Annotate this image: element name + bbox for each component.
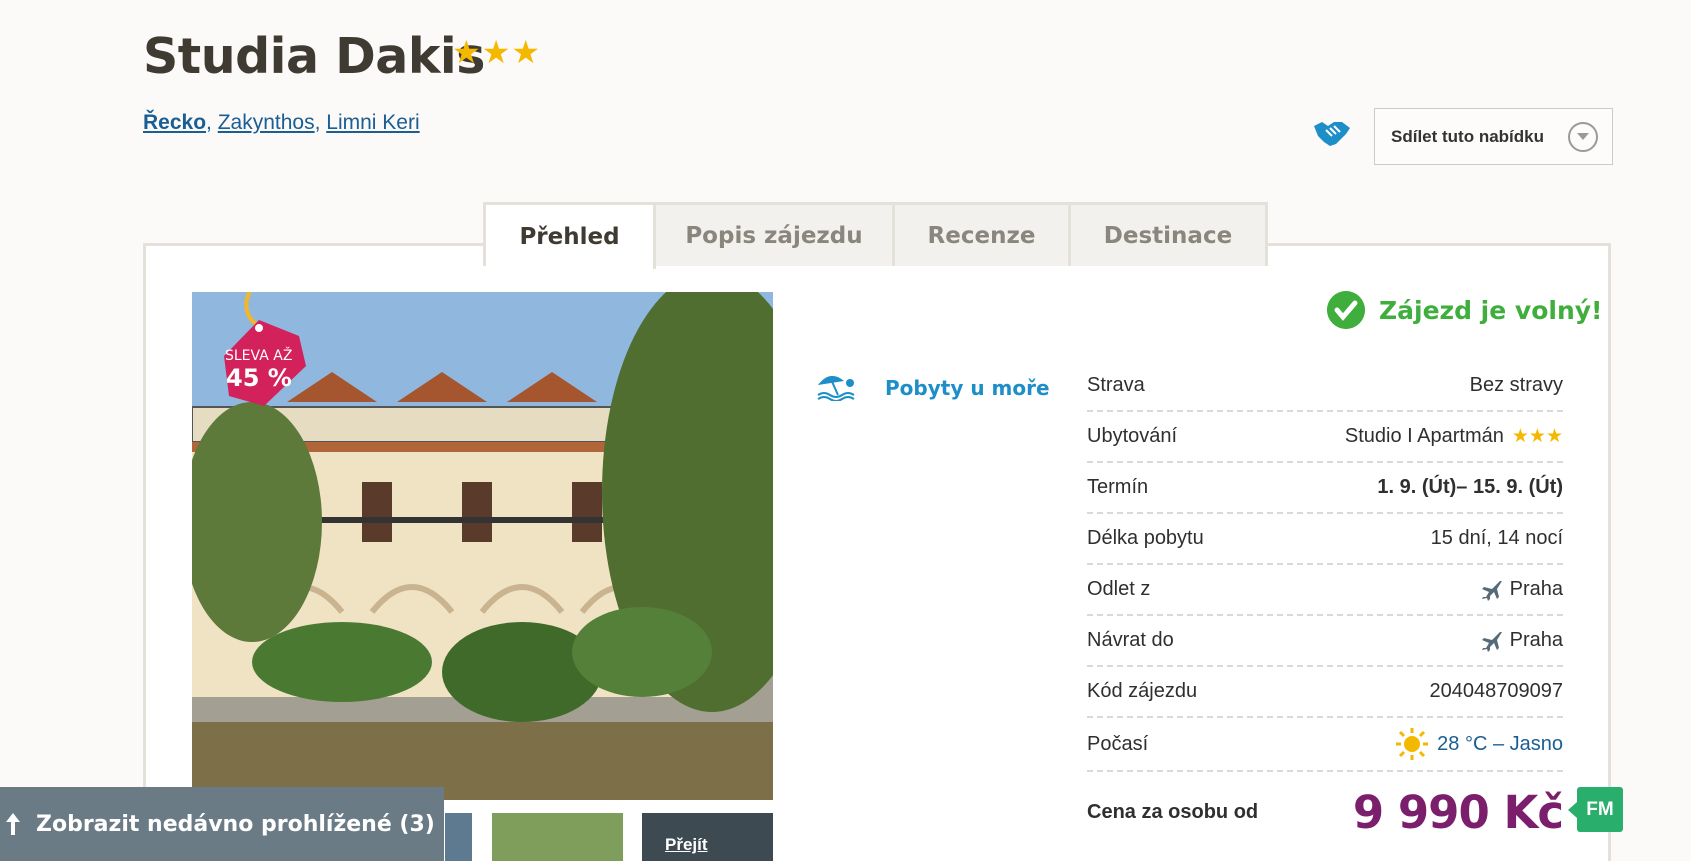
recently-viewed-label: Zobrazit nedávno prohlížené (3) [36, 811, 435, 837]
detail-value: 28 °C – Jasno [1437, 732, 1563, 755]
plane-icon [1481, 580, 1502, 601]
thumbnail-more-label: Přejít [665, 835, 708, 854]
handshake-icon [1314, 122, 1350, 146]
trip-details: Strava Bez stravy Ubytování Studio I Apa… [1087, 361, 1563, 772]
breadcrumb-country[interactable]: Řecko [143, 111, 206, 134]
arrow-up-icon [6, 813, 20, 835]
fm-badge[interactable]: FM [1568, 787, 1623, 832]
chevron-down-icon [1568, 122, 1598, 152]
detail-row-return: Návrat do Praha [1087, 616, 1563, 667]
detail-row-meal: Strava Bez stravy [1087, 361, 1563, 412]
star-icon: ★ [481, 34, 511, 70]
detail-row-departure: Odlet z Praha [1087, 565, 1563, 616]
detail-value-wrap: Studio I Apartmán ★★★ [1345, 425, 1563, 448]
star-icon: ★ [1528, 426, 1546, 447]
detail-row-duration: Délka pobytu 15 dní, 14 nocí [1087, 514, 1563, 565]
detail-label: Kód zájezdu [1087, 680, 1198, 702]
accommodation-stars: ★★★ [1512, 425, 1563, 448]
plane-icon [1481, 631, 1502, 652]
hotel-stars: ★ ★ ★ [452, 36, 540, 68]
detail-label: Délka pobytu [1087, 527, 1204, 549]
detail-value-wrap: Praha [1480, 629, 1563, 652]
detail-row-date: Termín 1. 9. (Út)– 15. 9. (Út) [1087, 463, 1563, 514]
tab-reviews[interactable]: Recenze [895, 205, 1071, 266]
thumbnail-more[interactable]: Přejít [642, 813, 773, 861]
detail-label: Odlet z [1087, 578, 1151, 600]
detail-label: Ubytování [1087, 425, 1178, 447]
thumbnail[interactable] [492, 813, 623, 861]
detail-row-weather: Počasí 28 °C – Jasno [1087, 718, 1563, 772]
detail-value: Praha [1509, 578, 1563, 600]
tab-description[interactable]: Popis zájezdu [656, 205, 895, 266]
category-link[interactable]: Pobyty u moře [885, 376, 1050, 400]
detail-value: 15 dní, 14 nocí [1430, 527, 1563, 549]
beach-umbrella-icon [817, 375, 855, 401]
check-circle-icon [1327, 291, 1365, 329]
detail-value: Studio I Apartmán [1344, 425, 1504, 447]
detail-label: Strava [1087, 374, 1145, 396]
star-icon: ★ [511, 34, 541, 70]
detail-value: 1. 9. (Út)– 15. 9. (Út) [1377, 476, 1563, 498]
detail-value: Praha [1509, 629, 1563, 651]
share-offer-button[interactable]: Sdílet tuto nabídku [1374, 108, 1613, 165]
recently-viewed-bar[interactable]: Zobrazit nedávno prohlížené (3) [0, 787, 444, 861]
discount-badge-line1: SLEVA AŽ [225, 348, 293, 364]
breadcrumb: Řecko, Zakynthos, Limni Keri [143, 111, 420, 134]
tab-destination[interactable]: Destinace [1071, 205, 1265, 266]
detail-label: Počasí [1087, 732, 1149, 755]
detail-row-code: Kód zájezdu 204048709097 [1087, 667, 1563, 718]
discount-badge-value: 45 % [226, 364, 292, 392]
breadcrumb-city[interactable]: Limni Keri [326, 111, 419, 134]
detail-value: 204048709097 [1429, 680, 1563, 702]
star-icon: ★ [1545, 426, 1563, 447]
thumbnail[interactable] [445, 813, 472, 861]
hotel-photo[interactable]: SLEVA AŽ 45 % [192, 292, 773, 800]
hotel-title: Studia Dakis [143, 28, 485, 85]
tab-overview[interactable]: Přehled [486, 205, 656, 269]
detail-value-wrap: Praha [1480, 578, 1563, 601]
share-label: Sdílet tuto nabídku [1391, 126, 1544, 146]
detail-value: Bez stravy [1469, 374, 1563, 396]
price-label: Cena za osobu od [1087, 801, 1259, 823]
star-icon: ★ [452, 34, 481, 70]
detail-label: Termín [1087, 476, 1149, 498]
detail-row-accommodation: Ubytování Studio I Apartmán ★★★ [1087, 412, 1563, 463]
price-value: 9 990 Kč [1352, 786, 1564, 839]
breadcrumb-region[interactable]: Zakynthos [218, 111, 315, 134]
availability-status: Zájezd je volný! [1327, 291, 1602, 329]
detail-label: Návrat do [1087, 629, 1174, 651]
price-row: Cena za osobu od 9 990 Kč [1087, 786, 1564, 839]
star-icon: ★ [1511, 426, 1529, 447]
tab-bar: Přehled Popis zájezdu Recenze Destinace [483, 202, 1268, 269]
availability-label: Zájezd je volný! [1379, 295, 1603, 325]
detail-value-wrap: 28 °C – Jasno [1395, 727, 1563, 761]
sun-icon [1396, 728, 1429, 760]
